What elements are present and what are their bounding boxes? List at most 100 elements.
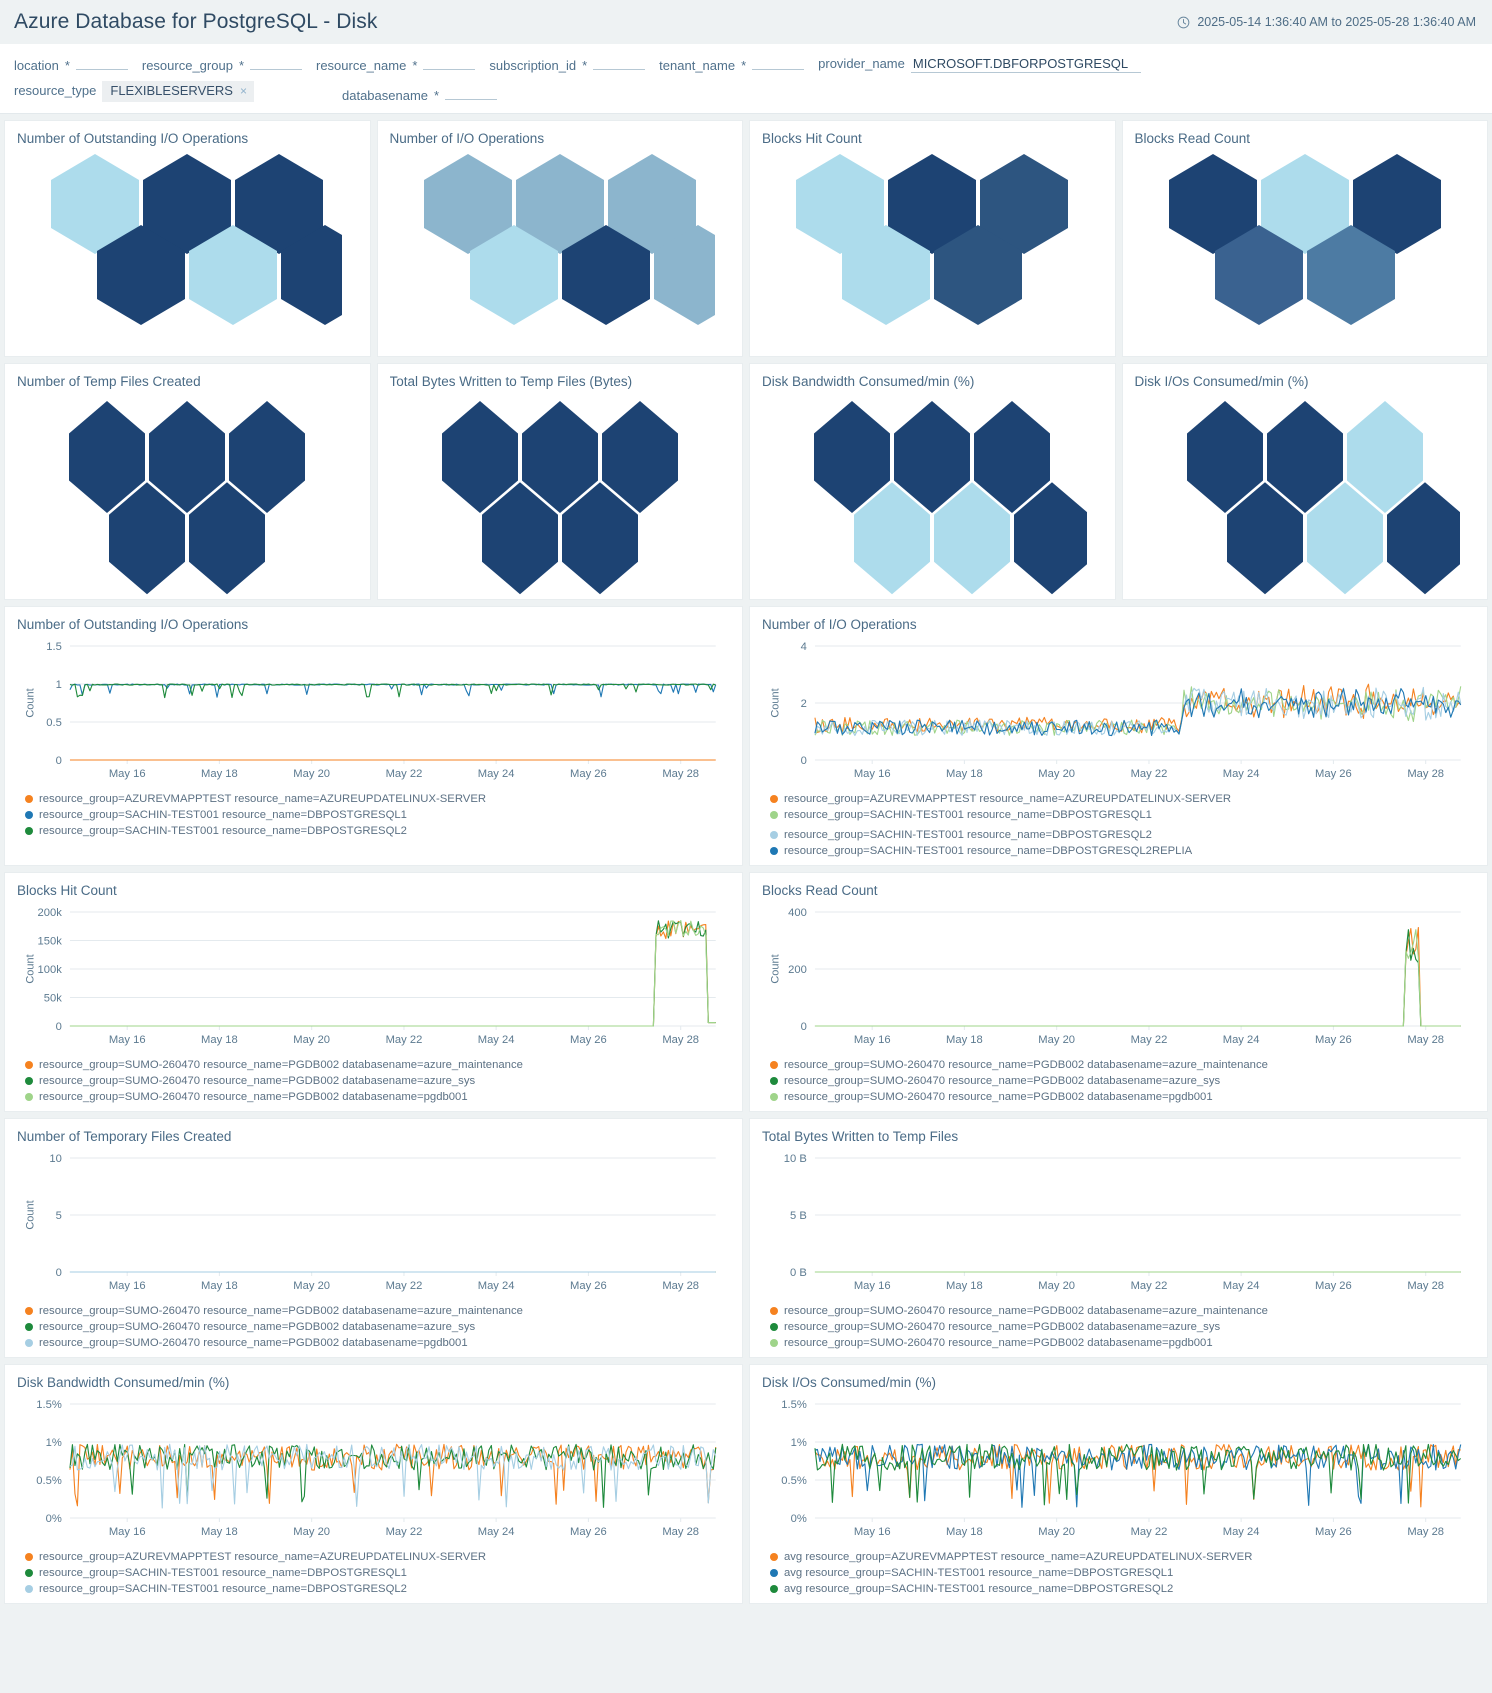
svg-text:May 22: May 22 bbox=[386, 1280, 423, 1292]
chart-legend: resource_group=SUMO-260470 resource_name… bbox=[17, 1303, 730, 1351]
legend-item[interactable]: avg resource_group=SACHIN-TEST001 resour… bbox=[770, 1581, 1173, 1597]
honeycomb-chart[interactable] bbox=[1135, 393, 1476, 595]
required-marker: * bbox=[238, 58, 244, 73]
chart-plot[interactable]: 0 50k 100k 150k 200k May 16 May 18 May 20 May 22… bbox=[17, 902, 730, 1052]
filter-chip-flexibleservers[interactable]: FLEXIBLESERVERS × bbox=[102, 81, 254, 102]
legend-item[interactable]: resource_group=SACHIN-TEST001 resource_n… bbox=[25, 1565, 407, 1581]
svg-text:0%: 0% bbox=[791, 1513, 807, 1525]
honeycomb-chart[interactable] bbox=[17, 150, 358, 350]
chart-plot[interactable]: 0% 0.5% 1% 1.5% May 16 May 18 May 20 May 22 May … bbox=[17, 1394, 730, 1544]
legend-label: resource_group=SUMO-260470 resource_name… bbox=[39, 1091, 468, 1104]
legend-line: resource_group=SUMO-260470 resource_name… bbox=[770, 1057, 1475, 1073]
chart-plot[interactable]: 0 2 4 May 16 May 18 May 20 May 22 May 24 May 26 M… bbox=[762, 636, 1475, 786]
svg-text:May 16: May 16 bbox=[109, 1280, 146, 1292]
legend-color-swatch bbox=[25, 795, 33, 804]
legend-item[interactable]: resource_group=SUMO-260470 resource_name… bbox=[770, 1319, 1220, 1335]
legend-label: resource_group=SUMO-260470 resource_name… bbox=[784, 1337, 1213, 1350]
legend-item[interactable]: resource_group=AZUREVMAPPTEST resource_n… bbox=[25, 791, 486, 807]
hex-panel-number-of-outstanding-i-o-operations: Number of Outstanding I/O Operations bbox=[4, 120, 371, 357]
filter-input-provider-name[interactable]: MICROSOFT.DBFORPOSTGRESQL bbox=[910, 56, 1141, 73]
chart-legend: resource_group=AZUREVMAPPTEST resource_n… bbox=[17, 1549, 730, 1597]
filter-input-resource-name[interactable] bbox=[423, 53, 476, 70]
svg-text:0: 0 bbox=[56, 755, 62, 767]
legend-color-swatch bbox=[770, 1339, 778, 1348]
legend-item[interactable]: resource_group=SUMO-260470 resource_name… bbox=[25, 1319, 475, 1335]
filter-resource-type[interactable]: resource_type FLEXIBLESERVERS × bbox=[14, 81, 254, 103]
svg-text:1: 1 bbox=[56, 679, 62, 691]
svg-text:May 16: May 16 bbox=[109, 1526, 146, 1538]
panel-title: Number of Temp Files Created bbox=[17, 374, 201, 389]
time-range-picker[interactable]: 2025-05-14 1:36:40 AM to 2025-05-28 1:36… bbox=[1177, 15, 1476, 29]
filter-input-resource-group[interactable] bbox=[250, 53, 302, 70]
filter-location[interactable]: location * bbox=[14, 53, 128, 73]
filter-input-tenant-name[interactable] bbox=[752, 53, 805, 70]
svg-text:May 28: May 28 bbox=[1407, 1526, 1444, 1538]
filter-databasename[interactable]: databasename * bbox=[342, 83, 498, 103]
honeycomb-chart[interactable] bbox=[390, 393, 731, 595]
legend-item[interactable]: resource_group=SACHIN-TEST001 resource_n… bbox=[770, 843, 1192, 859]
legend-item[interactable]: resource_group=SUMO-260470 resource_name… bbox=[25, 1057, 523, 1073]
legend-item[interactable]: resource_group=SACHIN-TEST001 resource_n… bbox=[25, 823, 407, 839]
svg-text:May 24: May 24 bbox=[1223, 1526, 1260, 1538]
legend-item[interactable]: resource_group=SUMO-260470 resource_name… bbox=[25, 1073, 475, 1089]
legend-label: resource_group=SUMO-260470 resource_name… bbox=[784, 1075, 1221, 1088]
svg-text:0: 0 bbox=[56, 1021, 62, 1033]
chart-plot[interactable]: 0 0.5 1 1.5 May 16 May 18 May 20 May 22 May 24 Ma… bbox=[17, 636, 730, 786]
chart-plot[interactable]: 0% 0.5% 1% 1.5% May 16 May 18 May 20 May 22 May … bbox=[762, 1394, 1475, 1544]
chart-plot[interactable]: 0 B 5 B 10 B May 16 May 18 May 20 May 22 May 24… bbox=[762, 1148, 1475, 1298]
filter-row-2: resource_type FLEXIBLESERVERS × database… bbox=[14, 81, 1478, 103]
legend-line: resource_group=SUMO-260470 resource_name… bbox=[25, 1057, 730, 1073]
legend-item[interactable]: resource_group=SACHIN-TEST001 resource_n… bbox=[25, 1581, 407, 1597]
filter-input-databasename[interactable] bbox=[445, 83, 498, 100]
svg-text:May 20: May 20 bbox=[293, 1034, 330, 1046]
legend-item[interactable]: resource_group=SACHIN-TEST001 resource_n… bbox=[770, 807, 1152, 823]
filter-input-resource-type[interactable]: FLEXIBLESERVERS × bbox=[102, 81, 254, 103]
svg-text:5: 5 bbox=[56, 1210, 62, 1222]
legend-line: resource_group=SACHIN-TEST001 resource_n… bbox=[25, 1581, 730, 1597]
honeycomb-chart[interactable] bbox=[762, 150, 1103, 350]
legend-item[interactable]: resource_group=SUMO-260470 resource_name… bbox=[770, 1089, 1213, 1105]
filter-label: resource_name bbox=[316, 58, 407, 73]
legend-item[interactable]: resource_group=SUMO-260470 resource_name… bbox=[770, 1335, 1213, 1351]
legend-item[interactable]: resource_group=SUMO-260470 resource_name… bbox=[25, 1335, 468, 1351]
series-line bbox=[69, 920, 716, 1027]
svg-text:May 20: May 20 bbox=[293, 1526, 330, 1538]
svg-text:0.5: 0.5 bbox=[46, 717, 62, 729]
legend-item[interactable]: resource_group=SUMO-260470 resource_name… bbox=[770, 1073, 1220, 1089]
close-icon[interactable]: × bbox=[240, 84, 247, 98]
filter-input-subscription-id[interactable] bbox=[593, 53, 646, 70]
honeycomb-chart[interactable] bbox=[17, 393, 358, 595]
svg-text:Count: Count bbox=[24, 688, 36, 717]
filter-input-location[interactable] bbox=[75, 53, 128, 70]
legend-item[interactable]: resource_group=SACHIN-TEST001 resource_n… bbox=[770, 827, 1152, 843]
svg-text:May 22: May 22 bbox=[386, 1034, 423, 1046]
panel-title: Number of Temporary Files Created bbox=[17, 1129, 232, 1145]
hex-panel-disk-i-os-consumed-min: Disk I/Os Consumed/min (%) bbox=[1121, 363, 1488, 600]
filter-provider-name[interactable]: provider_name MICROSOFT.DBFORPOSTGRESQL bbox=[818, 56, 1141, 73]
legend-item[interactable]: resource_group=SUMO-260470 resource_name… bbox=[770, 1057, 1268, 1073]
svg-text:May 16: May 16 bbox=[854, 768, 891, 780]
filter-subscription-id[interactable]: subscription_id * bbox=[489, 53, 646, 73]
filter-resource-group[interactable]: resource_group * bbox=[142, 53, 302, 73]
filter-resource-name[interactable]: resource_name * bbox=[316, 53, 476, 73]
legend-label: resource_group=AZUREVMAPPTEST resource_n… bbox=[39, 1551, 487, 1564]
chart-legend: avg resource_group=AZUREVMAPPTEST resour… bbox=[762, 1549, 1475, 1597]
legend-item[interactable]: resource_group=SACHIN-TEST001 resource_n… bbox=[25, 807, 407, 823]
legend-item[interactable]: resource_group=AZUREVMAPPTEST resource_n… bbox=[770, 791, 1231, 807]
legend-item[interactable]: resource_group=SUMO-260470 resource_name… bbox=[770, 1303, 1268, 1319]
legend-label: avg resource_group=AZUREVMAPPTEST resour… bbox=[784, 1551, 1253, 1564]
legend-item[interactable]: resource_group=SUMO-260470 resource_name… bbox=[25, 1303, 523, 1319]
chart-plot[interactable]: 0 200 400 May 16 May 18 May 20 May 22 May 24 May… bbox=[762, 902, 1475, 1052]
legend-item[interactable]: resource_group=AZUREVMAPPTEST resource_n… bbox=[25, 1549, 486, 1565]
legend-label: resource_group=SACHIN-TEST001 resource_n… bbox=[39, 825, 407, 838]
filter-tenant-name[interactable]: tenant_name * bbox=[659, 53, 805, 73]
svg-text:May 26: May 26 bbox=[570, 1280, 607, 1292]
honeycomb-chart[interactable] bbox=[762, 393, 1103, 595]
honeycomb-chart[interactable] bbox=[1135, 150, 1476, 350]
legend-item[interactable]: avg resource_group=AZUREVMAPPTEST resour… bbox=[770, 1549, 1252, 1565]
chart-plot[interactable]: 0 5 10 May 16 May 18 May 20 May 22 May 24 May 26… bbox=[17, 1148, 730, 1298]
honeycomb-chart[interactable] bbox=[390, 150, 731, 350]
svg-text:May 18: May 18 bbox=[946, 1034, 983, 1046]
legend-item[interactable]: resource_group=SUMO-260470 resource_name… bbox=[25, 1089, 468, 1105]
legend-item[interactable]: avg resource_group=SACHIN-TEST001 resour… bbox=[770, 1565, 1173, 1581]
